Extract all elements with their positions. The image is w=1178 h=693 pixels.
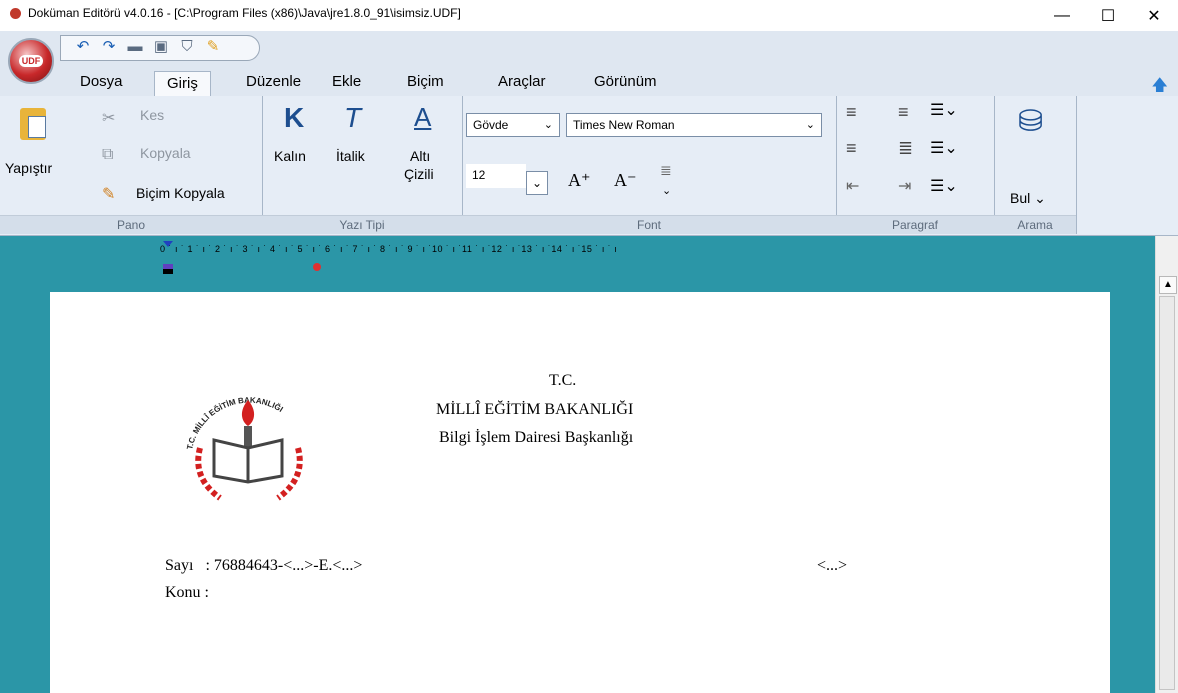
group-label-font: Font (462, 215, 836, 234)
numbered-list-icon[interactable]: ☰⌄ (930, 138, 958, 158)
format-painter-icon: ✎ (102, 186, 116, 203)
group-arama: ⛁ Bul ⌄ Arama (994, 96, 1077, 234)
style-value: Gövde (473, 118, 509, 132)
align-center-icon[interactable]: ≡ (846, 138, 857, 159)
outdent-icon[interactable]: ⇤ (846, 176, 859, 196)
style-dropdown[interactable]: Gövde ⌄ (466, 113, 560, 137)
undo-icon[interactable]: ↶ (75, 39, 91, 55)
title-bar: Doküman Editörü v4.0.16 - [C:\Program Fi… (0, 0, 1178, 31)
sayi-line: Sayı : 76884643-<...>-E.<...> (165, 557, 363, 574)
format-painter-button[interactable]: Biçim Kopyala (136, 185, 225, 201)
find-button[interactable]: Bul ⌄ (1010, 190, 1046, 207)
ribbon-tabs: Dosya Giriş Düzenle Ekle Biçim Araçlar G… (0, 69, 1178, 97)
document-page[interactable]: T.C. MİLLÎ EĞİTİM BAKANLIĞI T.C. MİLLÎ E… (50, 292, 1110, 693)
italic-button[interactable]: İtalik (336, 148, 365, 164)
window-title: Doküman Editörü v4.0.16 - [C:\Program Fi… (28, 6, 461, 20)
udf-logo: UDF (18, 55, 44, 67)
chevron-down-icon: ⌄ (805, 119, 815, 131)
font-size-input[interactable]: 12 (466, 164, 526, 188)
grow-font-button[interactable]: A⁺ (568, 170, 591, 191)
bold-button[interactable]: Kalın (274, 148, 306, 164)
tab-ekle[interactable]: Ekle (332, 73, 361, 90)
redo-icon[interactable]: ↷ (101, 39, 117, 55)
app-icon (10, 8, 21, 19)
underline-icon[interactable]: A (414, 102, 431, 133)
maximize-button[interactable]: ☐ (1085, 0, 1131, 31)
font-family-value: Times New Roman (573, 118, 675, 132)
tab-bicim[interactable]: Biçim (407, 73, 444, 90)
tab-gorunum[interactable]: Görünüm (594, 73, 657, 90)
paste-icon[interactable] (20, 108, 46, 140)
chevron-down-icon: ⌄ (543, 119, 553, 131)
font-size-dropdown[interactable]: ⌄ (526, 171, 548, 195)
header-line-3: Bilgi İşlem Dairesi Başkanlığı (439, 429, 634, 446)
tab-araclar[interactable]: Araçlar (498, 73, 546, 90)
date-placeholder: <...> (817, 557, 848, 574)
multilevel-list-icon[interactable]: ☰⌄ (930, 176, 958, 196)
bullet-list-icon[interactable]: ☰⌄ (930, 100, 958, 120)
close-button[interactable]: ✕ (1131, 0, 1177, 31)
font-family-dropdown[interactable]: Times New Roman ⌄ (566, 113, 822, 137)
font-size-value: 12 (472, 168, 486, 182)
meb-logo: T.C. MİLLÎ EĞİTİM BAKANLIĞI (185, 396, 303, 501)
align-left-icon[interactable]: ≡ (846, 102, 857, 123)
app-menu-button[interactable]: UDF (8, 38, 54, 84)
open-folder-icon[interactable]: ▬ (127, 39, 143, 55)
binoculars-icon[interactable]: ⛁ (1018, 104, 1043, 139)
group-label-yazi-tipi: Yazı Tipi (262, 215, 462, 234)
cut-button[interactable]: Kes (140, 107, 164, 123)
align-right-icon[interactable]: ≡ (898, 102, 909, 123)
group-label-pano: Pano (0, 215, 262, 234)
quick-access-toolbar: ↶ ↷ ▬ ▣ ⛉ ✎ (60, 35, 260, 61)
chevron-down-icon: ⌄ (531, 176, 543, 190)
line-spacing-icon[interactable]: ≣ (660, 162, 672, 179)
italic-icon[interactable]: T (344, 102, 361, 134)
chevron-down-icon[interactable]: ⌄ (662, 184, 671, 197)
copy-button[interactable]: Kopyala (140, 145, 191, 161)
ruler[interactable]: 0 ˙ ı ˙ 1 ˙ ı ˙ 2 ˙ ı ˙ 3 ˙ ı ˙ 4 ˙ ı ˙ … (160, 244, 960, 262)
group-yazi-tipi: K T A Kalın İtalik Altı Çizili Yazı Tipi (262, 96, 463, 234)
group-label-paragraf: Paragraf (836, 215, 994, 234)
justify-icon[interactable]: ≣ (898, 138, 913, 159)
underline-button-line1[interactable]: Altı (410, 148, 430, 164)
minimize-button[interactable]: — (1039, 0, 1085, 31)
vertical-scrollbar[interactable]: ▲ (1155, 236, 1178, 693)
first-line-indent-marker[interactable] (163, 241, 173, 247)
group-paragraf: ≡ ≡ ☰⌄ ≡ ≣ ☰⌄ ⇤ ⇥ ☰⌄ Paragraf (836, 96, 995, 234)
hanging-indent-marker[interactable] (163, 269, 173, 274)
header-line-1: T.C. (549, 372, 577, 389)
scrollbar-thumb[interactable] (1159, 296, 1175, 690)
shrink-font-button[interactable]: A⁻ (614, 170, 637, 191)
group-pano: Yapıştır ✂ Kes ⧉ Kopyala ✎ Biçim Kopyala… (0, 96, 263, 234)
tab-duzenle[interactable]: Düzenle (246, 73, 301, 90)
save-icon[interactable]: ▣ (153, 39, 169, 55)
paste-button[interactable]: Yapıştır (5, 160, 52, 176)
header-line-2: MİLLÎ EĞİTİM BAKANLIĞI (436, 401, 634, 418)
konu-line: Konu : (165, 584, 209, 601)
group-font: Gövde ⌄ Times New Roman ⌄ 12 ⌄ A⁺ A⁻ ≣ ⌄ F… (462, 96, 837, 234)
bold-icon[interactable]: K (284, 102, 304, 134)
tab-giris[interactable]: Giriş (154, 71, 211, 97)
scroll-up-icon[interactable]: ▲ (1159, 276, 1177, 294)
copy-icon: ⧉ (102, 146, 114, 163)
edit-icon[interactable]: ✎ (205, 39, 221, 55)
tab-dosya[interactable]: Dosya (80, 73, 123, 90)
tab-stop-marker[interactable] (313, 263, 321, 271)
scissors-icon: ✂ (102, 110, 116, 127)
ribbon: Yapıştır ✂ Kes ⧉ Kopyala ✎ Biçim Kopyala… (0, 96, 1178, 236)
signature-icon[interactable]: ⛉ (179, 39, 195, 55)
indent-icon[interactable]: ⇥ (898, 176, 911, 196)
group-label-arama: Arama (994, 215, 1076, 234)
underline-button-line2[interactable]: Çizili (404, 166, 434, 182)
